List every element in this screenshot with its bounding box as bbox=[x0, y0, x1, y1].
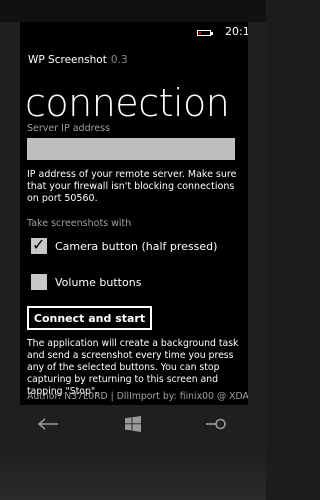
windows-logo-icon[interactable] bbox=[113, 412, 153, 436]
server-ip-label: Server IP address bbox=[27, 123, 111, 134]
server-ip-input[interactable] bbox=[27, 138, 235, 160]
back-arrow-glyph bbox=[37, 418, 58, 430]
search-icon[interactable] bbox=[196, 412, 236, 436]
windows-logo-glyph bbox=[125, 416, 141, 432]
app-title: WP Screenshot 0.3 bbox=[28, 54, 128, 66]
app-version: 0.3 bbox=[110, 54, 128, 66]
page-title: connection bbox=[25, 81, 230, 125]
connect-and-start-button[interactable]: Connect and start bbox=[27, 306, 152, 330]
credits-text: Author: N37L0RD | DllImport by: fiinix00… bbox=[27, 391, 248, 402]
volume-buttons-option[interactable]: ✓ Volume buttons bbox=[31, 273, 141, 291]
volume-buttons-checkbox[interactable]: ✓ bbox=[31, 274, 47, 290]
app-name: WP Screenshot bbox=[28, 54, 107, 66]
status-bar: 20:15 bbox=[20, 22, 248, 44]
checkmark-icon: ✓ bbox=[32, 235, 46, 254]
camera-button-option[interactable]: ✓ Camera button (half pressed) bbox=[31, 235, 218, 255]
volume-buttons-label: Volume buttons bbox=[55, 275, 142, 289]
status-clock: 20:15 bbox=[225, 25, 248, 38]
device-bottom-bezel bbox=[0, 448, 266, 500]
phone-screen: 20:15 WP Screenshot0.3 connection Server… bbox=[20, 22, 248, 405]
screenshot-trigger-label: Take screenshots with bbox=[27, 218, 132, 229]
phone-device: 20:15 WP Screenshot0.3 connection Server… bbox=[0, 0, 266, 500]
server-help-text: IP address of your remote server. Make s… bbox=[27, 169, 237, 204]
info-text: The application will create a background… bbox=[27, 338, 239, 397]
device-top-bezel bbox=[0, 0, 266, 22]
back-arrow-icon[interactable] bbox=[28, 412, 68, 436]
camera-button-label: Camera button (half pressed) bbox=[55, 239, 218, 253]
camera-button-checkbox[interactable]: ✓ bbox=[31, 235, 47, 254]
battery-level-fill bbox=[199, 32, 201, 34]
battery-icon bbox=[197, 30, 211, 36]
battery-tip bbox=[211, 32, 213, 35]
search-glyph bbox=[206, 418, 226, 430]
